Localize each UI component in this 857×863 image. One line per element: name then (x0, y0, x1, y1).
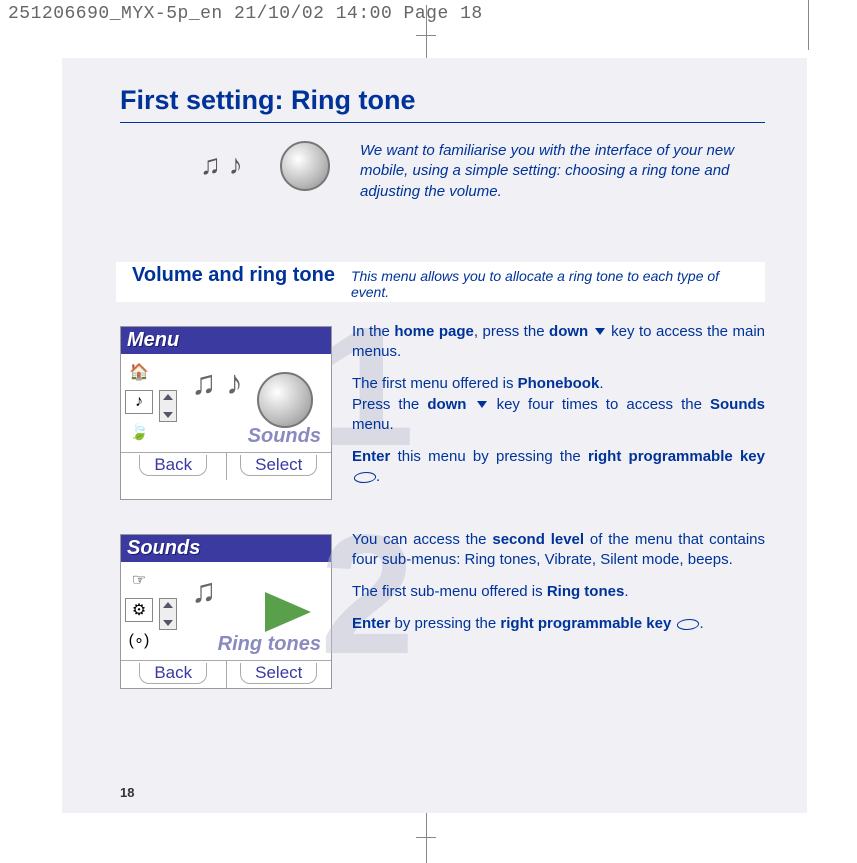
phone-menu-label: Ring tones (218, 633, 321, 656)
phone-menu-label: Sounds (248, 425, 321, 448)
page-number: 18 (120, 785, 134, 800)
crop-mark (808, 0, 809, 50)
phone-body: 🏠 ♪ 🍃 ♫ ♪ Sounds (121, 354, 331, 452)
crop-mark (416, 35, 436, 36)
softkey-bar: Back Select (121, 452, 331, 480)
step-1: 1 Menu 🏠 ♪ 🍃 ♫ ♪ Sounds Back Select (120, 322, 765, 500)
softkey-left: Back (121, 661, 227, 688)
note-icon: ♪ (125, 390, 153, 414)
crop-mark (426, 813, 427, 863)
section-desc: This menu allows you to allocate a ring … (345, 266, 765, 302)
down-arrow-icon (595, 328, 605, 335)
leaf-icon: 🍃 (125, 420, 153, 444)
softkey-bar: Back Select (121, 660, 331, 688)
antenna-icon: (∘) (125, 628, 153, 652)
programmable-key-icon (676, 619, 701, 630)
intro-row: ♫ ♪ We want to familiarise you with the … (120, 141, 765, 202)
down-arrow-icon (477, 401, 487, 408)
softkey-left: Back (121, 453, 227, 480)
scroll-indicator (159, 598, 177, 630)
programmable-key-icon (353, 472, 378, 483)
scroll-indicator (159, 390, 177, 422)
intro-text: We want to familiarise you with the inte… (360, 141, 765, 202)
print-header: 251206690_MYX-5p_en 21/10/02 14:00 Page … (0, 0, 857, 28)
music-notes-icon: ♫ ♪ (200, 149, 243, 181)
crop-mark (416, 837, 436, 838)
phone-body: ☞ ⚙ (∘) ♫ Ring tones (121, 562, 331, 660)
step-2-text: You can access the second level of the m… (352, 530, 765, 689)
speaker-icon (257, 372, 313, 428)
speaker-icon (280, 141, 330, 191)
phone-screenshot-2: Sounds ☞ ⚙ (∘) ♫ Ring tones Back Select (120, 534, 332, 689)
horn-icon (265, 592, 311, 632)
phone-screenshot-1: Menu 🏠 ♪ 🍃 ♫ ♪ Sounds Back Select (120, 326, 332, 500)
softkey-right: Select (227, 661, 332, 688)
intro-illustration: ♫ ♪ (200, 141, 330, 201)
music-notes-icon: ♫ (191, 572, 217, 611)
step-2: 2 Sounds ☞ ⚙ (∘) ♫ Ring tones Back Selec… (120, 530, 765, 689)
page-title: First setting: Ring tone (120, 85, 765, 123)
section-header: Volume and ring tone This menu allows yo… (116, 262, 765, 302)
hand-icon: ☞ (125, 568, 153, 592)
phone-title: Menu (121, 327, 331, 354)
gear-icon: ⚙ (125, 598, 153, 622)
music-notes-icon: ♫ ♪ (191, 364, 243, 403)
home-icon: 🏠 (125, 360, 153, 384)
page-content: First setting: Ring tone ♫ ♪ We want to … (120, 85, 765, 719)
step-1-text: In the home page, press the down key to … (352, 322, 765, 500)
section-heading: Volume and ring tone (116, 262, 345, 289)
phone-title: Sounds (121, 535, 331, 562)
softkey-right: Select (227, 453, 332, 480)
